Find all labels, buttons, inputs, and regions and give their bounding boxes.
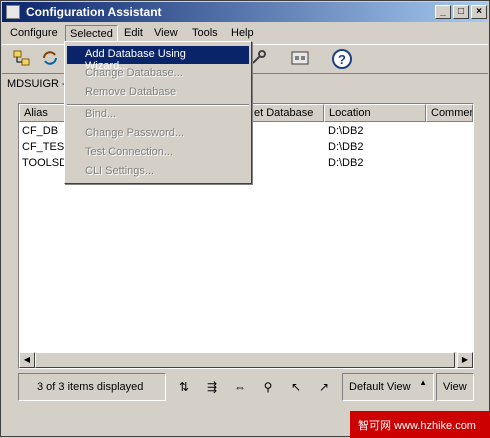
command-window-icon[interactable] (288, 48, 312, 72)
horizontal-scrollbar[interactable]: ◀ ▶ (19, 352, 473, 368)
columns-icon[interactable]: ⇔ (230, 377, 250, 397)
system-breadcrumb: MDSUIGR - (7, 78, 66, 90)
menu-help[interactable]: Help (227, 25, 258, 42)
column-header-target-database[interactable]: et Database (249, 104, 324, 122)
select-icon[interactable]: ↖ (286, 377, 306, 397)
svg-text:?: ? (338, 52, 346, 67)
location-cell: D:\DB2 (328, 157, 364, 169)
close-button[interactable]: × (471, 5, 487, 19)
scroll-right-icon[interactable]: ▶ (457, 352, 473, 368)
menu-edit[interactable]: Edit (120, 25, 147, 42)
site-watermark: 智可网 www.hzhike.com (350, 411, 490, 438)
help-icon[interactable]: ? (330, 48, 354, 72)
menu-item-change-password[interactable]: Change Password... (67, 125, 249, 143)
minimize-button[interactable]: _ (435, 5, 451, 19)
maximize-button[interactable]: □ (453, 5, 469, 19)
tree-view-icon[interactable] (10, 48, 34, 72)
menu-view[interactable]: View (150, 25, 182, 42)
menu-item-bind[interactable]: Bind... (67, 106, 249, 124)
menu-item-remove-database[interactable]: Remove Database (67, 84, 249, 102)
scroll-thumb[interactable] (35, 352, 455, 368)
view-dropdown-icon: ▲ (419, 378, 427, 387)
scroll-left-icon[interactable]: ◀ (19, 352, 35, 368)
menu-item-cli-settings[interactable]: CLI Settings... (67, 163, 249, 181)
column-header-comment[interactable]: Commen (426, 104, 473, 122)
window-title: Configuration Assistant (26, 5, 162, 19)
status-bar: 3 of 3 items displayed ⇅ ⇶ ⇔ ⚲ ↖ ↗ Defau… (18, 373, 474, 401)
refresh-icon[interactable] (38, 48, 62, 72)
item-count-text: 3 of 3 items displayed (18, 373, 166, 401)
menu-bar: Configure Selected Edit View Tools Help (2, 23, 488, 43)
filter-icon[interactable]: ⇶ (202, 377, 222, 397)
find-icon[interactable]: ⚲ (258, 377, 278, 397)
menu-item-add-database-wizard[interactable]: Add Database Using Wizard... (67, 46, 249, 72)
view-selector[interactable]: Default View ▲ (342, 373, 434, 401)
column-header-location[interactable]: Location (324, 104, 426, 122)
alias-cell: TOOLSD (22, 157, 68, 169)
alias-cell: CF_DB (22, 125, 59, 137)
deselect-icon[interactable]: ↗ (314, 377, 334, 397)
location-cell: D:\DB2 (328, 141, 364, 153)
view-button[interactable]: View (436, 373, 474, 401)
title-bar: Configuration Assistant _ □ × (2, 2, 488, 22)
menu-selected[interactable]: Selected (65, 25, 118, 42)
location-cell: D:\DB2 (328, 125, 364, 137)
selected-menu-dropdown: Add Database Using Wizard... Change Data… (64, 41, 252, 184)
menu-item-test-connection[interactable]: Test Connection... (67, 144, 249, 162)
sort-icon[interactable]: ⇅ (174, 377, 194, 397)
menu-configure[interactable]: Configure (6, 25, 62, 42)
menu-tools[interactable]: Tools (188, 25, 222, 42)
view-selector-label: Default View (349, 381, 411, 393)
menu-item-change-database[interactable]: Change Database... (67, 65, 249, 83)
configuration-assistant-window: Configuration Assistant _ □ × Configure … (0, 0, 490, 438)
app-icon (6, 5, 20, 19)
